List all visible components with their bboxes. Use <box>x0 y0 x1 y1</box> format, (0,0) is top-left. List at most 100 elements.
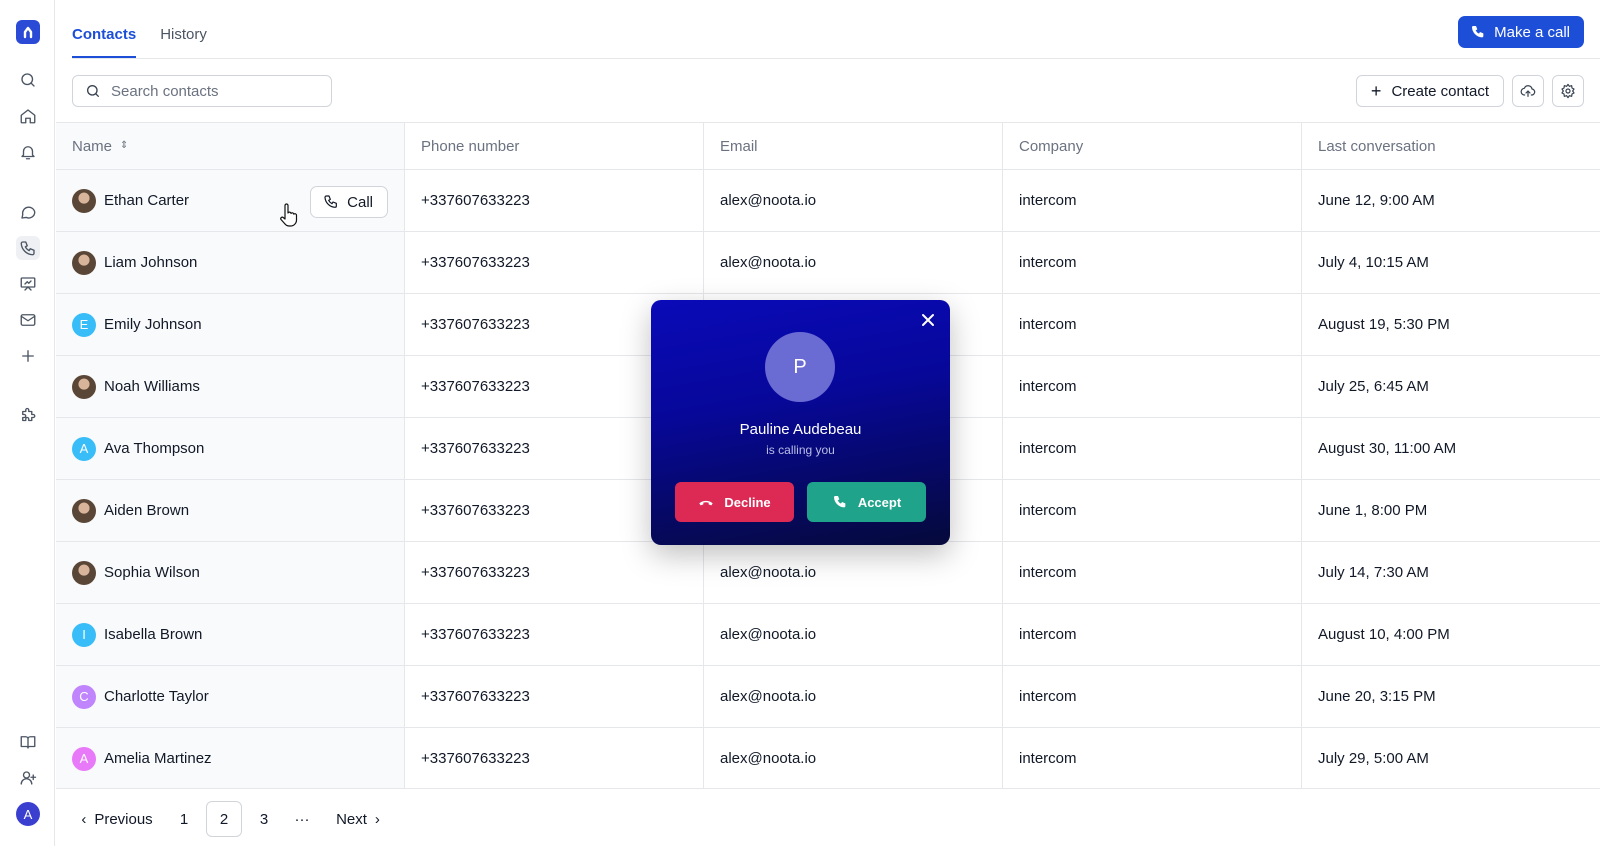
call-label: Call <box>347 193 373 211</box>
column-header-last-conversation: Last conversation <box>1318 137 1436 155</box>
table-row[interactable]: Sophia Wilson +337607633223 alex@noota.io i… <box>56 542 1600 604</box>
chevron-right-icon: › <box>374 810 380 828</box>
search-icon <box>87 85 99 97</box>
cell-phone: +337607633223 <box>405 232 704 293</box>
cell-name: Noah Williams <box>56 356 405 417</box>
tab-divider <box>72 58 1600 59</box>
cell-email: alex@noota.io <box>704 666 1003 727</box>
page-button-1[interactable]: 1 <box>168 801 200 837</box>
close-button[interactable] <box>920 312 936 328</box>
settings-button[interactable] <box>1552 75 1584 107</box>
bell-icon[interactable] <box>16 140 40 164</box>
hand-cursor-icon <box>280 203 298 227</box>
puzzle-icon[interactable] <box>16 404 40 428</box>
contact-name[interactable]: Liam Johnson <box>104 254 197 271</box>
contact-name[interactable]: Isabella Brown <box>104 626 202 643</box>
tab-history[interactable]: History <box>160 0 207 58</box>
contact-name[interactable]: Aiden Brown <box>104 502 189 519</box>
plus-icon[interactable] <box>16 344 40 368</box>
chat-icon[interactable] <box>16 200 40 224</box>
phone-icon <box>324 195 338 208</box>
cell-company: intercom <box>1003 604 1302 665</box>
column-header-name[interactable]: Name ⇕ <box>56 123 405 169</box>
logo-icon[interactable] <box>16 20 40 44</box>
table-row[interactable]: C Charlotte Taylor +337607633223 alex@noota… <box>56 666 1600 728</box>
cell-name: E Emily Johnson <box>56 294 405 355</box>
cell-company: intercom <box>1003 356 1302 417</box>
previous-label: Previous <box>94 810 153 828</box>
avatar: A <box>72 746 96 771</box>
presentation-icon[interactable] <box>16 272 40 296</box>
phone-icon <box>833 496 846 508</box>
cell-name: Liam Johnson <box>56 232 405 293</box>
cell-company: intercom <box>1003 294 1302 355</box>
make-call-label: Make a call <box>1494 23 1570 41</box>
cell-company: intercom <box>1003 232 1302 293</box>
accept-label: Accept <box>857 494 902 510</box>
cell-last-conversation: June 12, 9:00 AM <box>1318 192 1435 209</box>
table-row[interactable]: Liam Johnson +337607633223 alex@noota.io in… <box>56 232 1600 294</box>
cell-name: A Ava Thompson <box>56 418 405 479</box>
contact-name[interactable]: Ethan Carter <box>104 192 189 209</box>
upload-button[interactable] <box>1512 75 1544 107</box>
search-icon[interactable] <box>16 68 40 92</box>
book-icon[interactable] <box>16 730 40 754</box>
cell-email: alex@noota.io <box>704 604 1003 665</box>
previous-page-button[interactable]: ‹ Previous <box>72 801 162 837</box>
table-row[interactable]: A Amelia Martinez +337607633223 alex@noota.… <box>56 728 1600 790</box>
decline-label: Decline <box>724 494 771 510</box>
page-button-3[interactable]: 3 <box>248 801 280 837</box>
accept-button[interactable]: Accept <box>807 482 926 522</box>
cell-company: intercom <box>1003 728 1302 789</box>
tab-bar: Contacts History <box>72 0 207 58</box>
contact-name[interactable]: Charlotte Taylor <box>104 688 209 705</box>
contact-name[interactable]: Amelia Martinez <box>104 750 212 767</box>
cell-last-conversation: August 10, 4:00 PM <box>1318 626 1450 643</box>
column-header-phone: Phone number <box>405 123 704 169</box>
call-button[interactable]: Call <box>310 186 388 218</box>
contact-name[interactable]: Noah Williams <box>104 378 200 395</box>
cell-company: intercom <box>1003 542 1302 603</box>
sidebar: A <box>0 0 55 846</box>
contact-name[interactable]: Sophia Wilson <box>104 564 200 581</box>
table-row[interactable]: I Isabella Brown +337607633223 alex@noota.i… <box>56 604 1600 666</box>
create-contact-button[interactable]: + Create contact <box>1355 75 1504 107</box>
avatar <box>72 374 96 399</box>
pagination: ‹ Previous 1 2 3 ··· Next › <box>56 788 1600 846</box>
cell-phone: +337607633223 <box>405 170 704 231</box>
caller-subtitle: is calling you <box>766 443 835 457</box>
avatar: I <box>72 622 96 647</box>
user-plus-icon[interactable] <box>16 766 40 790</box>
avatar: C <box>72 684 96 709</box>
cell-last-conversation: August 19, 5:30 PM <box>1318 316 1450 333</box>
home-icon[interactable] <box>16 104 40 128</box>
chevron-left-icon: ‹ <box>81 810 87 828</box>
user-avatar[interactable]: A <box>16 802 40 826</box>
mail-icon[interactable] <box>16 308 40 332</box>
cell-phone: +337607633223 <box>405 542 704 603</box>
decline-button[interactable]: Decline <box>675 482 794 522</box>
cell-name: Sophia Wilson <box>56 542 405 603</box>
gear-icon <box>1561 83 1575 99</box>
cell-last-conversation: July 25, 6:45 AM <box>1318 378 1429 395</box>
contact-name[interactable]: Emily Johnson <box>104 316 202 333</box>
cell-company: intercom <box>1003 418 1302 479</box>
cloud-upload-icon <box>1520 85 1536 97</box>
create-contact-label: Create contact <box>1391 82 1489 100</box>
search-input[interactable] <box>111 82 311 100</box>
caller-name: Pauline Audebeau <box>739 421 862 438</box>
cell-name: C Charlotte Taylor <box>56 666 405 727</box>
search-box[interactable] <box>72 75 332 107</box>
hang-up-icon <box>699 500 714 506</box>
cell-email: alex@noota.io <box>704 170 1003 231</box>
contact-name[interactable]: Ava Thompson <box>104 440 204 457</box>
make-call-button[interactable]: Make a call <box>1458 16 1584 48</box>
sort-icon[interactable]: ⇕ <box>120 141 128 151</box>
pagination-ellipsis[interactable]: ··· <box>286 801 318 837</box>
cell-last-conversation: August 30, 11:00 AM <box>1318 440 1457 457</box>
next-page-button[interactable]: Next › <box>328 801 388 837</box>
page-button-2[interactable]: 2 <box>206 801 242 837</box>
cell-name: Ethan Carter Call <box>56 170 405 231</box>
phone-icon[interactable] <box>16 236 40 260</box>
tab-contacts[interactable]: Contacts <box>72 0 137 58</box>
